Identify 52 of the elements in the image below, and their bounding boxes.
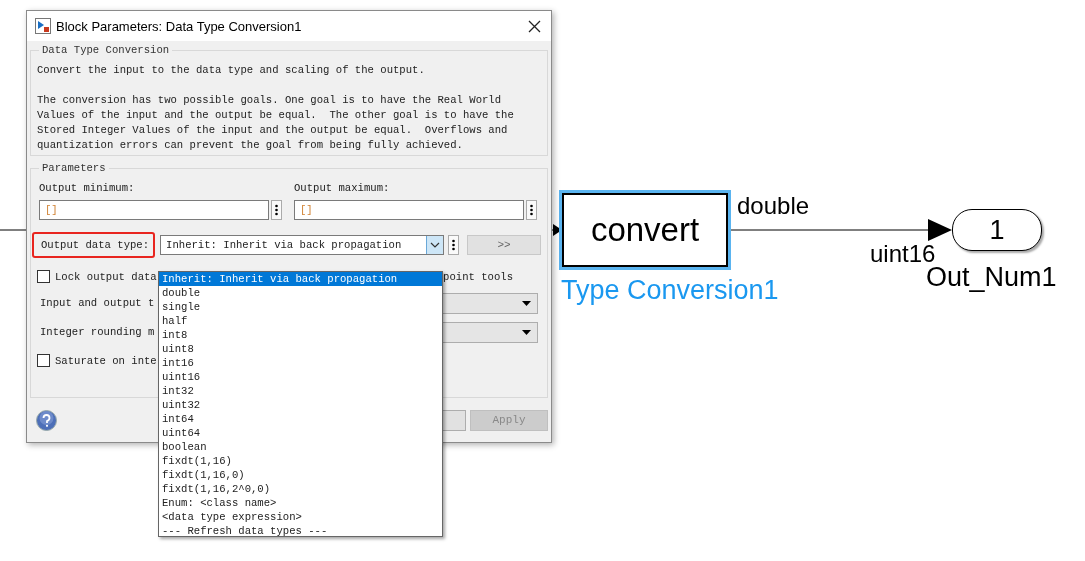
dropdown-option[interactable]: fixdt(1,16,0) xyxy=(159,468,442,482)
caret-down-icon xyxy=(522,329,531,335)
dots-icon xyxy=(530,204,533,216)
description-text: The conversion has two possible goals. One goal is to have the Real World Values of the input and the output be equal. The other goal is to have the Stored Integer Values of the input and the output be equal. Overflows and quantization errors can prevent the goal from being fully achieved. xyxy=(37,93,515,153)
group-title: Parameters xyxy=(41,162,107,174)
window-title: Block Parameters: Data Type Conversion1 xyxy=(56,18,303,34)
help-icon[interactable] xyxy=(36,409,57,431)
dropdown-option[interactable]: single xyxy=(159,300,442,314)
signal-label: double xyxy=(737,192,810,220)
dropdown-option[interactable]: --- Refresh data types --- xyxy=(159,524,442,538)
dropdown-option[interactable]: int8 xyxy=(159,328,442,342)
checkbox[interactable] xyxy=(37,354,50,367)
field-label: Integer rounding m xyxy=(40,326,155,338)
field-label: Output data type: xyxy=(32,232,156,258)
field-label: Output maximum: xyxy=(294,182,391,194)
group-title: Data Type Conversion xyxy=(41,44,171,56)
field-label: Input and output t xyxy=(40,297,155,309)
more-button[interactable] xyxy=(448,235,459,255)
dropdown-option[interactable]: uint64 xyxy=(159,426,442,440)
dropdown-option[interactable]: fixdt(1,16) xyxy=(159,454,442,468)
outport-block[interactable]: 1 xyxy=(952,209,1042,251)
dropdown-option[interactable]: int32 xyxy=(159,384,442,398)
dropdown-option[interactable]: boolean xyxy=(159,440,442,454)
dots-icon xyxy=(275,204,278,216)
checkbox-label: point tools xyxy=(443,270,513,283)
dropdown-option[interactable]: uint32 xyxy=(159,398,442,412)
block-icon xyxy=(35,18,51,34)
more-button[interactable] xyxy=(271,200,282,220)
checkbox-label: Lock output data xyxy=(55,270,157,283)
dropdown-option[interactable]: int16 xyxy=(159,356,442,370)
close-icon[interactable] xyxy=(528,19,541,33)
caret-down-icon xyxy=(522,300,531,306)
more-button[interactable] xyxy=(526,200,537,220)
convert-block[interactable]: convert xyxy=(562,193,728,267)
checkbox-label: Saturate on inte xyxy=(55,354,157,367)
dropdown-option[interactable]: uint8 xyxy=(159,342,442,356)
description-text: Convert the input to the data type and scaling of the output. xyxy=(37,63,426,78)
field-label: Output minimum: xyxy=(39,182,136,194)
dropdown-option[interactable]: int64 xyxy=(159,412,442,426)
dropdown-option[interactable]: Enum: <class name> xyxy=(159,496,442,510)
dropdown-option[interactable]: <data type expression> xyxy=(159,510,442,524)
dropdown-option[interactable]: double xyxy=(159,286,442,300)
dropdown-option[interactable]: fixdt(1,16,2^0,0) xyxy=(159,482,442,496)
dots-icon xyxy=(452,239,455,251)
dropdown-option[interactable]: Inherit: Inherit via back propagation xyxy=(159,272,442,286)
dropdown-option[interactable]: half xyxy=(159,314,442,328)
block-name: Type Conversion1 xyxy=(561,275,779,306)
assistant-button[interactable]: >> xyxy=(467,235,541,255)
chevron-down-icon xyxy=(430,242,440,248)
checkbox[interactable] xyxy=(37,270,50,283)
dropdown-option[interactable]: uint16 xyxy=(159,370,442,384)
data-type-dropdown[interactable]: Inherit: Inherit via back propagation xyxy=(160,235,444,255)
